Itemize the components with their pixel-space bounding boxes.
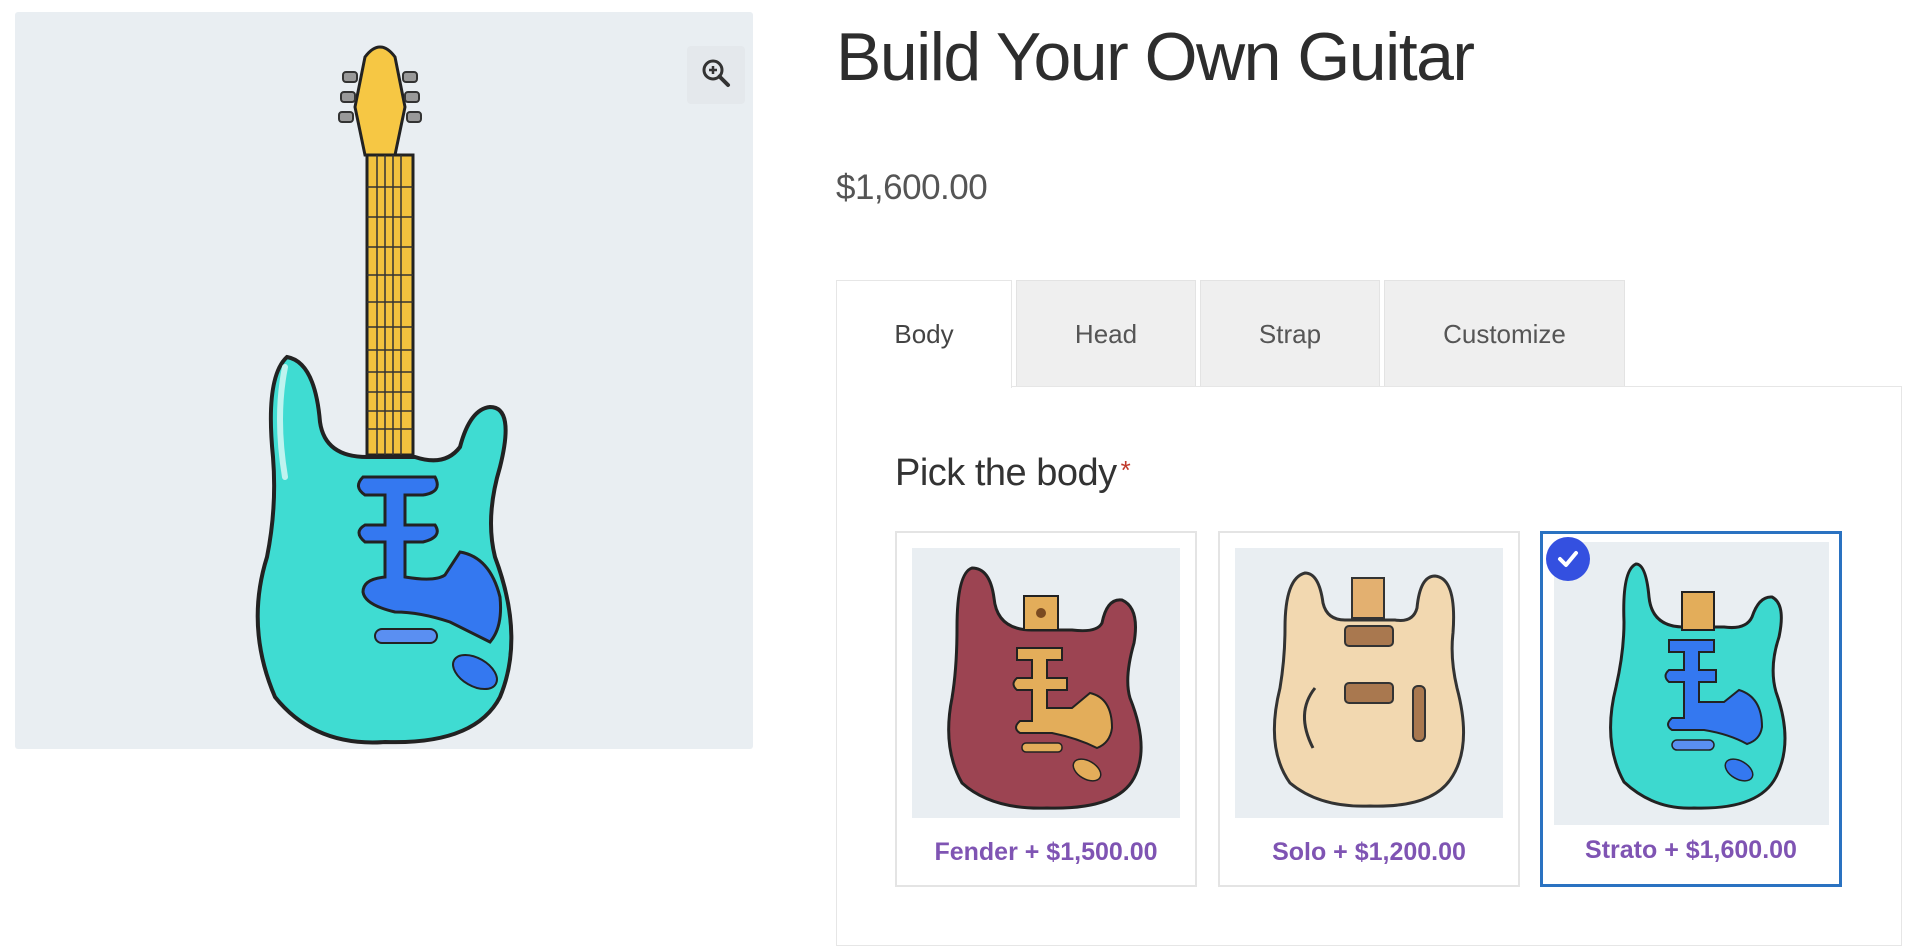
solo-body-image: [1235, 548, 1503, 818]
tab-body[interactable]: Body: [836, 280, 1012, 388]
zoom-button[interactable]: [687, 46, 745, 104]
body-option-strato[interactable]: Strato + $1,600.00: [1540, 531, 1842, 887]
section-title-text: Pick the body: [895, 452, 1117, 494]
option-label: Strato + $1,600.00: [1585, 836, 1797, 864]
section-title: Pick the body *: [895, 452, 1131, 495]
tab-head[interactable]: Head: [1016, 280, 1196, 387]
body-option-solo[interactable]: Solo + $1,200.00: [1218, 531, 1520, 887]
tab-customize[interactable]: Customize: [1384, 280, 1625, 387]
product-price: $1,600.00: [836, 168, 988, 207]
selected-check-icon: [1546, 537, 1590, 581]
product-gallery: [15, 12, 753, 749]
fender-body-image: [912, 548, 1180, 818]
product-title: Build Your Own Guitar: [836, 19, 1475, 95]
tab-strap[interactable]: Strap: [1200, 280, 1380, 387]
option-label: Solo + $1,200.00: [1272, 838, 1466, 866]
configurator-tabs: Body Head Strap Customize: [836, 280, 1629, 388]
required-marker: *: [1120, 455, 1131, 485]
strato-body-image: [1554, 542, 1829, 825]
zoom-in-icon: [701, 58, 731, 93]
product-image-guitar: [245, 37, 545, 752]
body-option-fender[interactable]: Fender + $1,500.00: [895, 531, 1197, 887]
option-label: Fender + $1,500.00: [934, 838, 1158, 866]
